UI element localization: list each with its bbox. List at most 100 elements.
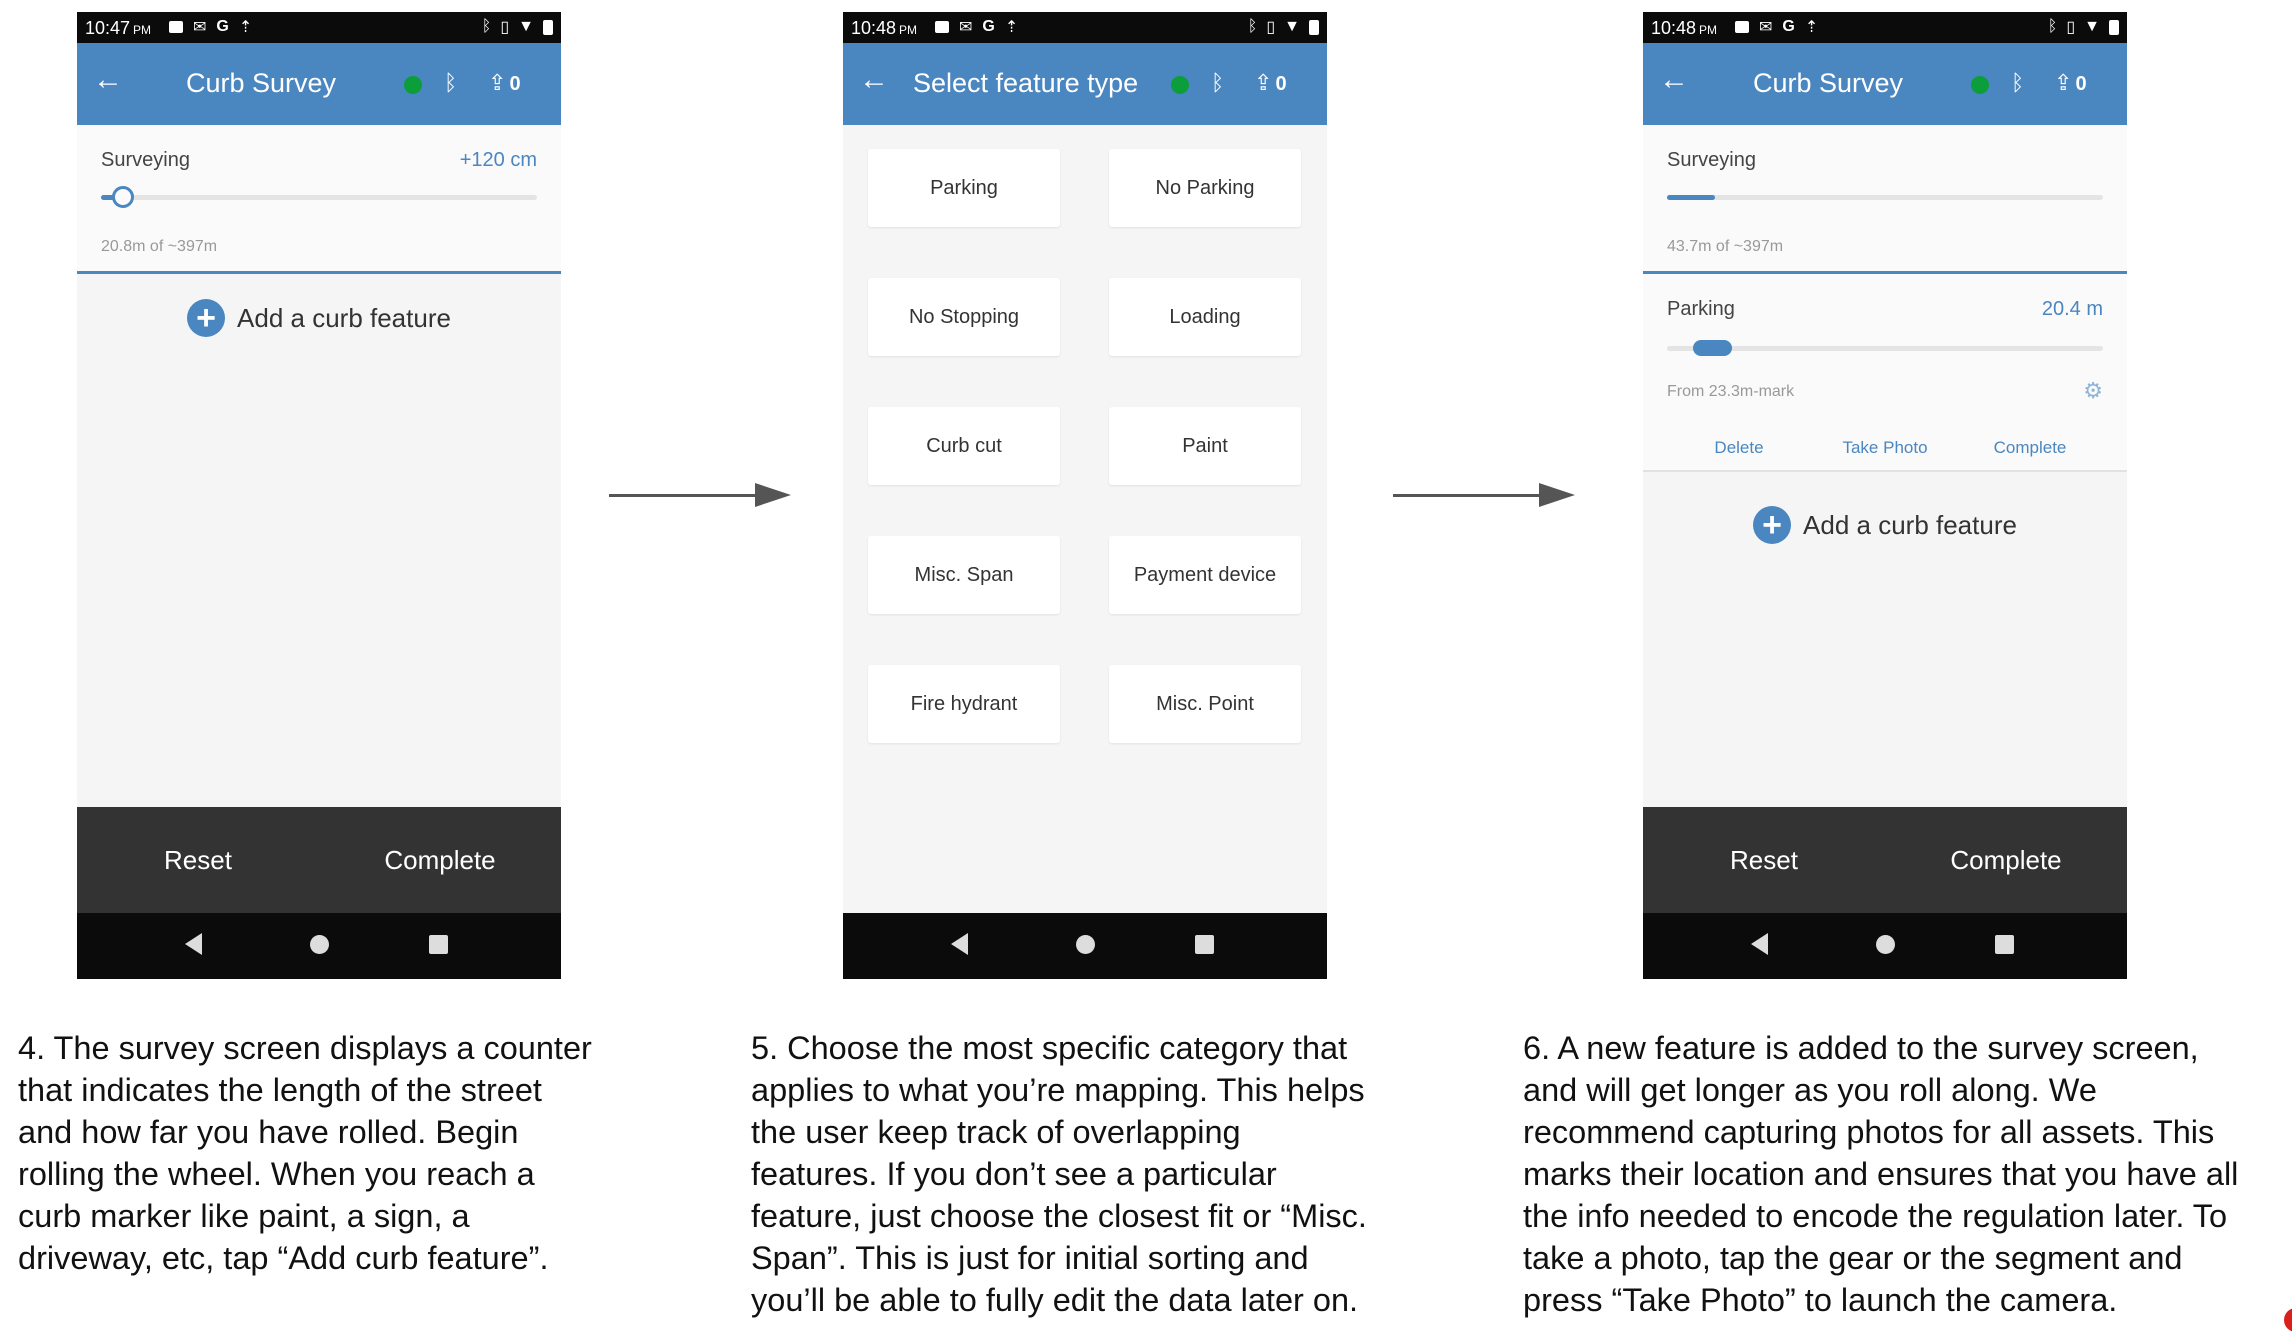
app-title: Select feature type	[913, 68, 1139, 98]
app-bar: ← Curb Survey ᛒ ⇪ 0	[77, 43, 561, 125]
wheel-delta: +120 cm	[459, 149, 537, 171]
bluetooth-status-icon: ᛒ	[2047, 18, 2058, 35]
bluetooth-icon[interactable]: ᛒ	[2011, 70, 2024, 96]
add-curb-feature-label: Add a curb feature	[1803, 509, 2017, 540]
complete-button[interactable]: Complete	[1885, 845, 2127, 876]
notification-icons: ✉ G ⇡	[935, 17, 1018, 37]
feature-length: 20.4 m	[2041, 298, 2103, 320]
back-arrow-icon[interactable]: ←	[859, 65, 889, 95]
status-time: 10:47 PM	[85, 18, 152, 38]
feature-type-paint[interactable]: Paint	[1109, 407, 1301, 485]
image-notification-icon	[1735, 21, 1749, 33]
bluetooth-status-icon: ᛒ	[481, 18, 492, 35]
android-nav-bar	[77, 913, 561, 979]
upload-icon: ⇪	[2054, 70, 2073, 95]
survey-progress-knob[interactable]	[111, 186, 134, 208]
nav-recents-icon[interactable]	[429, 935, 448, 954]
upload-notification-icon: ⇡	[238, 19, 253, 36]
nav-home-icon[interactable]	[1076, 935, 1095, 954]
battery-icon	[1309, 19, 1319, 35]
surveying-label: Surveying	[1667, 149, 1756, 171]
complete-button[interactable]: Complete	[319, 845, 561, 876]
image-notification-icon	[935, 21, 949, 33]
upload-icon: ⇪	[1254, 70, 1273, 95]
surveying-label: Surveying	[101, 149, 190, 171]
survey-progress-track	[101, 186, 537, 208]
back-arrow-icon[interactable]: ←	[1659, 65, 1689, 95]
feature-track	[1667, 340, 2103, 356]
nav-recents-icon[interactable]	[1995, 935, 2014, 954]
upload-icon: ⇪	[488, 70, 507, 95]
system-status-icons: ᛒ ▯ ▼	[482, 17, 553, 37]
feature-type-misc-span[interactable]: Misc. Span	[868, 536, 1060, 614]
survey-progress-text: 20.8m of ~397m	[101, 238, 218, 255]
reset-button[interactable]: Reset	[1643, 845, 1885, 876]
corner-mark	[2284, 1308, 2292, 1332]
phone-screen-1: 10:47 PM ✉ G ⇡ ᛒ ▯ ▼ ← Curb Survey ᛒ ⇪ 0 S…	[77, 12, 561, 979]
status-bar: 10:48 PM ✉ G ⇡ ᛒ ▯ ▼	[1643, 12, 2127, 43]
notification-icons: ✉ G ⇡	[1735, 17, 1818, 37]
mail-notification-icon: ✉	[193, 19, 207, 36]
bluetooth-icon[interactable]: ᛒ	[1211, 70, 1224, 96]
phone-screen-2: 10:48 PM ✉ G ⇡ ᛒ ▯ ▼ ← Select feature typ…	[843, 12, 1327, 979]
upload-queue-button[interactable]: ⇪ 0	[2054, 70, 2087, 96]
feature-segment[interactable]	[1693, 340, 1733, 356]
google-notification-icon: G	[216, 18, 229, 35]
feature-type-curb-cut[interactable]: Curb cut	[868, 407, 1060, 485]
caption-step-6: 6. A new feature is added to the survey …	[1523, 1030, 2239, 1318]
delete-feature-button[interactable]: Delete	[1669, 438, 1809, 458]
complete-feature-button[interactable]: Complete	[1960, 438, 2100, 458]
vibrate-icon: ▯	[500, 19, 510, 36]
app-title: Curb Survey	[186, 68, 337, 98]
connection-status-dot	[1171, 76, 1189, 94]
feature-type-parking[interactable]: Parking	[868, 149, 1060, 227]
bluetooth-status-icon: ᛒ	[1247, 18, 1258, 35]
bottom-action-bar: Reset Complete	[1643, 807, 2127, 913]
feature-name: Parking	[1667, 298, 1735, 320]
feature-type-loading[interactable]: Loading	[1109, 278, 1301, 356]
add-curb-feature-button[interactable]: + Add a curb feature	[1643, 506, 2127, 544]
surveying-panel: Surveying +120 cm 20.8m of ~397m	[77, 125, 561, 274]
notification-icons: ✉ G ⇡	[169, 17, 252, 37]
app-title: Curb Survey	[1753, 68, 1904, 98]
android-nav-bar	[1643, 913, 2127, 979]
nav-back-icon[interactable]	[1751, 933, 1768, 955]
flow-arrow-2	[1393, 483, 1575, 507]
vibrate-icon: ▯	[2066, 19, 2076, 36]
wifi-icon: ▼	[518, 18, 534, 35]
wifi-icon: ▼	[1284, 18, 1300, 35]
gear-icon[interactable]: ⚙	[2083, 378, 2103, 404]
nav-back-icon[interactable]	[951, 933, 968, 955]
add-curb-feature-button[interactable]: + Add a curb feature	[77, 299, 561, 337]
caption-step-5: 5. Choose the most specific category tha…	[751, 1030, 1367, 1318]
mail-notification-icon: ✉	[959, 19, 973, 36]
feature-type-fire-hydrant[interactable]: Fire hydrant	[868, 665, 1060, 743]
curb-feature-card: Parking 20.4 m From 23.3m-mark ⚙ Delete …	[1643, 274, 2127, 472]
app-bar: ← Select feature type ᛒ ⇪ 0	[843, 43, 1327, 125]
nav-home-icon[interactable]	[310, 935, 329, 954]
feature-from-text: From 23.3m-mark	[1667, 383, 1795, 400]
battery-icon	[2109, 19, 2119, 35]
mail-notification-icon: ✉	[1759, 19, 1773, 36]
add-curb-feature-label: Add a curb feature	[237, 302, 451, 333]
survey-progress-fill	[1667, 195, 1715, 200]
reset-button[interactable]: Reset	[77, 845, 319, 876]
feature-type-no-parking[interactable]: No Parking	[1109, 149, 1301, 227]
back-arrow-icon[interactable]: ←	[93, 65, 123, 95]
feature-type-no-stopping[interactable]: No Stopping	[868, 278, 1060, 356]
system-status-icons: ᛒ ▯ ▼	[1248, 17, 1319, 37]
feature-type-misc-point[interactable]: Misc. Point	[1109, 665, 1301, 743]
upload-queue-button[interactable]: ⇪ 0	[488, 70, 521, 96]
nav-home-icon[interactable]	[1876, 935, 1895, 954]
nav-recents-icon[interactable]	[1195, 935, 1214, 954]
bluetooth-icon[interactable]: ᛒ	[444, 70, 457, 96]
upload-queue-button[interactable]: ⇪ 0	[1254, 70, 1287, 96]
connection-status-dot	[404, 76, 422, 94]
nav-back-icon[interactable]	[185, 933, 202, 955]
google-notification-icon: G	[982, 18, 995, 35]
take-photo-button[interactable]: Take Photo	[1815, 438, 1955, 458]
feature-type-payment-device[interactable]: Payment device	[1109, 536, 1301, 614]
status-time: 10:48 PM	[1651, 18, 1718, 38]
battery-icon	[543, 19, 553, 35]
phone-screen-3: 10:48 PM ✉ G ⇡ ᛒ ▯ ▼ ← Curb Survey ᛒ ⇪ 0 S…	[1643, 12, 2127, 979]
